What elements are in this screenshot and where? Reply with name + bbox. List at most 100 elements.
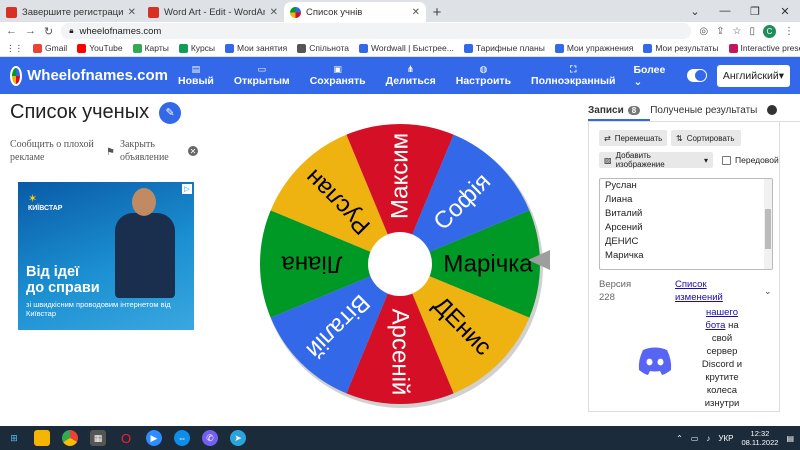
close-icon[interactable]: ✕ [270,7,278,18]
share-icon: ⋔ [406,64,415,74]
windows-taskbar: ⊞ ▦ O ▶ ⇔ ✆ ➤ ⌃ ▭ ♪ УКР 12:32 08.11.2022… [0,426,800,450]
bookmark-item[interactable]: Мои упражнения [554,43,633,53]
ad-close-icon[interactable]: ✕ [188,146,198,156]
chevron-down-icon[interactable]: ⌄ [680,0,710,22]
foreground-checkbox[interactable]: Передовой [722,155,779,165]
reload-icon[interactable]: ↻ [44,25,53,38]
bookmark-item[interactable]: Мои результаты [643,43,719,53]
more-menu-button[interactable]: Более ⌄ [633,64,665,88]
tab-label: Список учнів [306,6,363,18]
ad-person-image [110,188,180,298]
add-image-button[interactable]: ▨ Добавить изображение ▾ [599,151,713,169]
chevron-down-icon: ▾ [778,69,784,82]
app-logo[interactable]: Wheelofnames.com [10,65,168,86]
report-ad-link[interactable]: Сообщить о плохой рекламе [10,138,95,164]
entry-line[interactable]: Арсений [600,221,772,235]
apps-grid-icon[interactable]: ⋮⋮ [6,43,23,54]
bookmark-favicon-icon [728,43,738,53]
wheel-logo-icon [10,65,23,86]
shuffle-button[interactable]: ⇄ Перемешать [599,130,667,146]
entries-textarea[interactable]: Руслан Лиана Виталий Арсений ДЕНИС Маричка [599,178,773,270]
advertisement-banner[interactable]: ▷ ✶ КИЇВСТАР Від ідеї до справи зі швидк… [18,182,194,330]
browser-tab-2[interactable]: Word Art - Edit - WordArt.com ✕ [142,2,284,22]
menu-dots-icon[interactable]: ⋮ [784,26,794,37]
chevron-down-icon[interactable]: ⌄ [764,286,772,297]
bookmark-item[interactable]: YouTube [77,43,123,53]
browser-tab-1[interactable]: Завершите регистрацию - Wo... ✕ [0,2,142,22]
sort-button[interactable]: ⇅ Сортировать [671,130,741,146]
bookmark-item[interactable]: Тарифные планы [463,43,545,53]
close-window-icon[interactable]: ✕ [770,0,800,22]
close-ad-link[interactable]: ⚑ Закрыть объявление [106,138,186,164]
nav-customize-button[interactable]: ◍ Настроить [446,64,521,87]
entry-line[interactable]: ДЕНИС [600,235,772,249]
telegram-icon[interactable]: ➤ [230,430,246,446]
hide-panel-toggle[interactable] [767,105,778,115]
close-icon[interactable]: ✕ [128,7,136,18]
entry-line[interactable]: Руслан [600,179,772,193]
keyboard-language[interactable]: УКР [718,434,733,443]
tab-results[interactable]: Полученые результаты [650,105,757,116]
minimize-icon[interactable]: — [710,0,740,22]
sidebar-icon[interactable]: ▯ [749,26,755,37]
tray-chevron-icon[interactable]: ⌃ [676,434,683,443]
viber-icon[interactable]: ✆ [202,430,218,446]
dark-mode-toggle[interactable] [687,69,707,82]
bookmark-item[interactable]: Interactive presenta... [728,43,800,53]
spin-wheel[interactable]: Марічка ДЕнис Арсеній Віталій Ліана Руслан Мак… [250,114,550,414]
volume-icon[interactable]: ♪ [706,434,710,443]
tab-entries[interactable]: Записи 8 [588,105,641,116]
close-icon[interactable]: ✕ [412,7,420,18]
bookmark-item[interactable]: Gmail [33,43,67,53]
share-icon[interactable]: ⇪ [716,26,724,37]
nav-new-button[interactable]: ▤ Новый [168,64,224,87]
entry-line[interactable]: Виталий [600,207,772,221]
wheel-svg[interactable]: МарічкаДЕнисАрсенійВіталійЛіанаРуслан Мак… [250,114,550,414]
bookmark-item[interactable]: Карты [132,43,169,53]
file-explorer-icon[interactable] [34,430,50,446]
changelog-link[interactable]: Список изменений [675,278,723,304]
system-clock[interactable]: 12:32 08.11.2022 [741,429,778,447]
ad-choices-icon[interactable]: ▷ [182,184,192,194]
google-lens-icon[interactable]: ◎ [699,26,708,37]
zoom-icon[interactable]: ▶ [146,430,162,446]
browser-tab-3[interactable]: Список учнів ✕ [284,2,426,22]
tab-label: Word Art - Edit - WordArt.com [164,6,265,18]
discord-icon[interactable] [635,340,675,380]
new-tab-button[interactable]: + [426,2,448,22]
teamviewer-icon[interactable]: ⇔ [174,430,190,446]
windows-start-icon[interactable]: ⊞ [6,430,22,446]
wheel-pointer-icon [528,250,550,270]
language-select[interactable]: Английский ▾ [716,64,790,87]
close-ad-text: Закрыть объявление [119,139,169,163]
tab-favicon-icon [290,6,301,18]
notifications-icon[interactable]: ▤ [786,434,794,443]
nav-open-button[interactable]: ▭ Открытым [224,64,300,87]
maximize-icon[interactable]: ❐ [740,0,770,22]
wheel-segment-label: Марічка [443,251,533,278]
forward-icon[interactable]: → [25,25,36,37]
wheel-center-hub[interactable] [368,232,432,296]
star-icon[interactable]: ☆ [733,26,742,37]
app-header: Wheelofnames.com ▤ Новый ▭ Открытым ▣ Сохраня… [0,57,800,94]
nav-save-button[interactable]: ▣ Сохранять [300,64,376,87]
entry-line[interactable]: Лиана [600,193,772,207]
opera-icon[interactable]: O [118,430,134,446]
entries-scrollbar[interactable] [764,179,772,269]
url-field[interactable]: 🔒︎ wheelofnames.com [61,23,692,39]
edit-title-button[interactable]: ✎ [159,101,182,124]
chrome-icon[interactable] [62,430,78,446]
checkbox-box[interactable] [722,155,731,165]
nav-fullscreen-button[interactable]: ⛶ Полноэкранный [521,64,625,87]
bookmark-favicon-icon [77,43,87,53]
nav-share-button[interactable]: ⋔ Делиться [376,64,446,87]
bookmark-item[interactable]: Wordwall | Быстрее... [359,43,454,53]
network-icon[interactable]: ▭ [691,434,699,443]
bookmark-item[interactable]: Курсы [178,43,215,53]
profile-avatar[interactable]: C [763,24,776,38]
bookmark-item[interactable]: Мои занятия [225,43,287,53]
back-icon[interactable]: ← [6,25,17,37]
entry-line[interactable]: Маричка [600,249,772,263]
bookmark-item[interactable]: Спільнота [297,43,349,53]
calculator-icon[interactable]: ▦ [90,430,106,446]
